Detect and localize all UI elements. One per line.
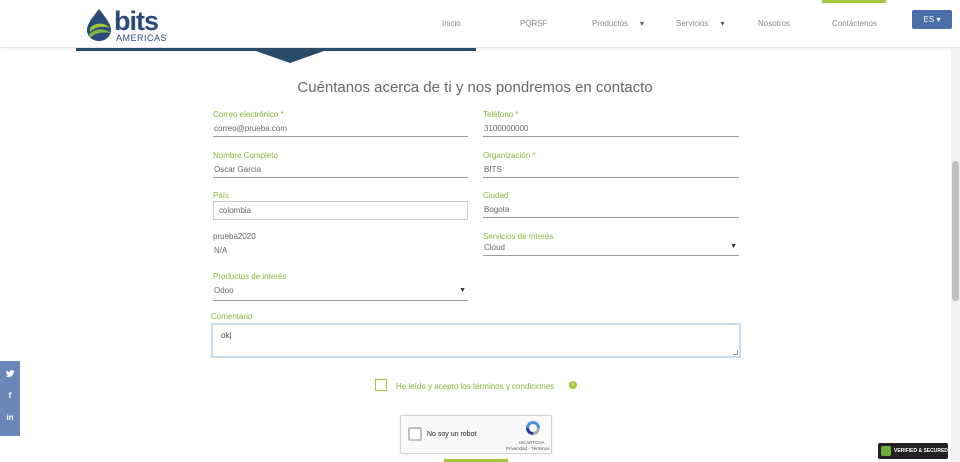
phone-field[interactable]: 3100000000	[483, 122, 739, 137]
bits-americas-logo[interactable]: bits AMERICAS	[86, 6, 176, 44]
shield-icon	[881, 446, 891, 456]
phone-label: Teléfono *	[483, 110, 519, 119]
phone-field-group: Teléfono * 3100000000	[483, 110, 739, 137]
chevron-down-icon: ▾	[640, 19, 645, 28]
nav-item-contactenos[interactable]: Contáctenos	[832, 19, 877, 28]
custom-field[interactable]: N/A	[213, 244, 468, 259]
custom-field-group: prueba2020 N/A	[213, 232, 468, 259]
services-select-value: Cloud	[483, 241, 739, 256]
linkedin-icon[interactable]: in	[0, 407, 20, 429]
chevron-down-icon: ▾	[720, 19, 725, 28]
caret-down-icon: ▼	[459, 287, 466, 294]
logo-drop-icon	[87, 9, 111, 41]
full-name-field[interactable]: Oscar Garcia	[213, 163, 468, 178]
products-field-group: Productos de interés Odoo ▼	[213, 272, 468, 301]
info-icon[interactable]: i	[569, 381, 577, 389]
city-label: Ciudad	[483, 191, 509, 200]
organization-field[interactable]: BITS	[483, 163, 739, 178]
products-select-value: Odoo	[213, 282, 468, 301]
org-field-group: Organización * BITS	[483, 151, 739, 178]
custom-label: prueba2020	[213, 232, 256, 241]
caret-down-icon: ▾	[936, 15, 941, 24]
terms-checkbox[interactable]	[375, 379, 387, 391]
recaptcha-checkbox[interactable]	[408, 427, 422, 441]
social-sidebar: f in	[0, 361, 20, 436]
logo-subtext: AMERICAS	[116, 33, 168, 43]
recaptcha-label: No soy un robot	[427, 431, 477, 438]
terms-link[interactable]: términos y condiciones	[473, 382, 554, 391]
security-badge[interactable]: VERIFIED & SECURED	[878, 443, 948, 459]
scrollbar-thumb[interactable]	[952, 161, 959, 301]
resize-handle-icon[interactable]	[733, 350, 738, 355]
page-scrollbar[interactable]	[951, 48, 960, 462]
email-field-group: Correo electrónico * correo@prueba.com	[213, 110, 468, 137]
badge-text: VERIFIED & SECURED	[894, 448, 948, 454]
recaptcha-brand: reCAPTCHA	[519, 440, 545, 445]
email-field[interactable]: correo@prueba.com	[213, 122, 468, 137]
nav-active-indicator	[822, 0, 886, 3]
nav-item-productos[interactable]: Productos ▾	[592, 19, 644, 28]
terms-text: He leído y acepto los términos y condici…	[396, 382, 555, 391]
facebook-icon[interactable]: f	[0, 385, 20, 407]
nav-item-inicio[interactable]: Inicio	[442, 19, 461, 28]
name-field-group: Nombre Completo Oscar Garcia	[213, 151, 468, 178]
city-field[interactable]: Bogota	[483, 203, 739, 218]
recaptcha-logo-icon	[526, 421, 540, 435]
nav-item-pqrsf[interactable]: PQRSF	[520, 19, 548, 28]
form-title: Cuéntanos acerca de ti y nos pondremos e…	[297, 79, 653, 96]
country-field[interactable]: colombia	[213, 201, 468, 220]
recaptcha-links[interactable]: Privacidad - Términos	[506, 446, 550, 451]
country-label: País	[213, 191, 230, 200]
nav-item-nosotros[interactable]: Nosotros	[758, 19, 790, 28]
services-field-group: Servicios de Interés Cloud ▼	[483, 232, 739, 256]
services-label: Servicios de Interés	[483, 232, 554, 241]
city-field-group: Ciudad Bogota	[483, 191, 739, 218]
name-label: Nombre Completo	[213, 151, 278, 160]
products-label: Productos de interés	[213, 272, 287, 281]
comment-label-group: Comentario	[211, 312, 466, 321]
services-select[interactable]: Cloud ▼	[483, 241, 739, 256]
comment-label: Comentario	[211, 312, 253, 321]
site-header: bits AMERICAS Inicio PQRSF Productos ▾ Se…	[0, 0, 960, 48]
nav-item-servicios[interactable]: Servicios ▾	[676, 19, 724, 28]
recaptcha-widget: No soy un robot reCAPTCHA Privacidad - T…	[400, 415, 552, 454]
comment-textarea[interactable]: ok|	[211, 323, 741, 358]
email-label: Correo electrónico *	[213, 110, 284, 119]
caret-down-icon: ▼	[730, 243, 737, 250]
products-select[interactable]: Odoo ▼	[213, 282, 468, 301]
country-field-group: País colombia	[213, 191, 468, 220]
banner-pointer	[256, 51, 324, 63]
org-label: Organización *	[483, 151, 536, 160]
language-selector[interactable]: ES ▾	[912, 10, 952, 29]
twitter-icon[interactable]	[0, 363, 20, 385]
